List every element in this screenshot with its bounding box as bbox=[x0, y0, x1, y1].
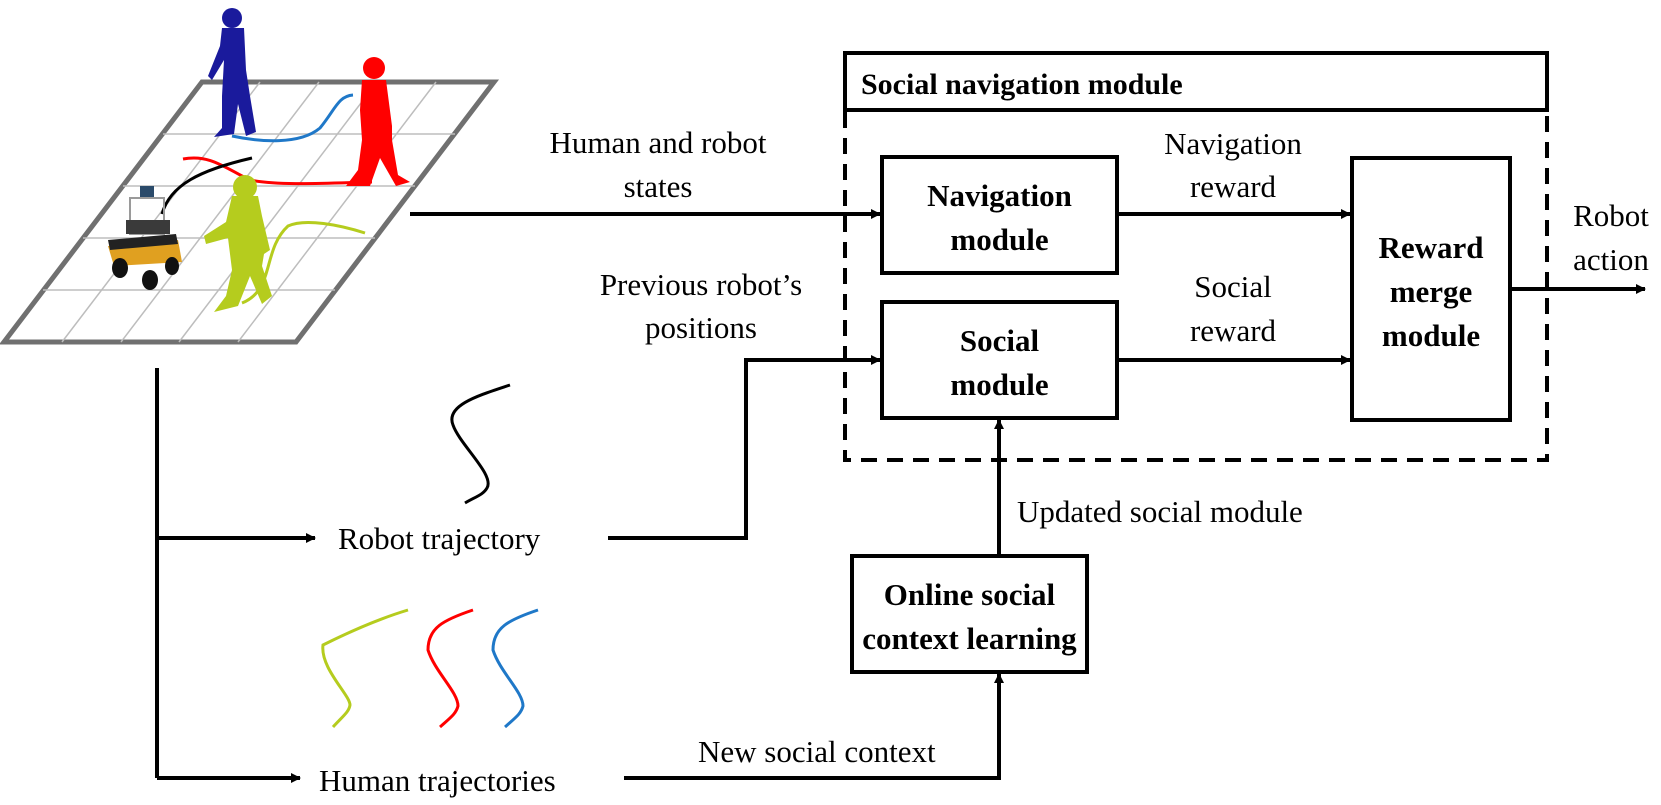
robot-wheel bbox=[112, 258, 128, 278]
label-social-reward-1: Social bbox=[1194, 269, 1272, 304]
online-learning-label-2: context learning bbox=[862, 621, 1077, 656]
robot-wheel bbox=[142, 270, 158, 290]
robot-lidar bbox=[140, 186, 154, 198]
label-prev-positions-2: positions bbox=[645, 310, 757, 345]
arrow-prev-positions-to-social bbox=[608, 355, 881, 540]
label-new-social-context: New social context bbox=[698, 734, 936, 769]
navigation-module-label-1: Navigation bbox=[927, 178, 1072, 213]
label-robot-action-2: action bbox=[1573, 242, 1649, 277]
social-module[interactable]: Social module bbox=[880, 300, 1119, 420]
reward-merge-label-3: module bbox=[1382, 318, 1480, 353]
online-learning-label-1: Online social bbox=[884, 577, 1056, 612]
human-trajectory-glyph-red bbox=[426, 608, 474, 729]
reward-merge-label-1: Reward bbox=[1378, 230, 1483, 265]
navigation-module[interactable]: Navigation module bbox=[880, 155, 1119, 275]
human-trajectory-glyph-blue bbox=[491, 608, 539, 729]
reward-merge-label-2: merge bbox=[1390, 274, 1473, 309]
robot-wheel bbox=[165, 257, 179, 275]
label-states-1: Human and robot bbox=[550, 125, 767, 160]
label-updated-social-module: Updated social module bbox=[1017, 494, 1303, 529]
scene-illustration bbox=[0, 8, 500, 345]
label-prev-positions-1: Previous robot’s bbox=[600, 267, 802, 302]
social-module-label-2: module bbox=[950, 367, 1048, 402]
robot-trajectory-glyph bbox=[450, 383, 511, 505]
label-states-2: states bbox=[624, 169, 693, 204]
diagram-canvas: Social navigation module Navigation modu… bbox=[0, 8, 1649, 798]
label-human-trajectories: Human trajectories bbox=[319, 763, 556, 798]
container-title: Social navigation module bbox=[861, 68, 1183, 101]
label-nav-reward-2: reward bbox=[1190, 169, 1277, 204]
label-robot-trajectory: Robot trajectory bbox=[338, 521, 541, 556]
social-module-label-1: Social bbox=[960, 323, 1040, 358]
robot-electronics bbox=[126, 220, 170, 234]
label-social-reward-2: reward bbox=[1190, 313, 1277, 348]
human-trajectory-glyph-green bbox=[321, 608, 409, 729]
online-learning-module[interactable]: Online social context learning bbox=[850, 554, 1089, 674]
label-nav-reward-1: Navigation bbox=[1164, 126, 1302, 161]
label-robot-action-1: Robot bbox=[1573, 198, 1649, 233]
reward-merge-module[interactable]: Reward merge module bbox=[1350, 156, 1512, 422]
navigation-module-label-2: module bbox=[950, 222, 1048, 257]
